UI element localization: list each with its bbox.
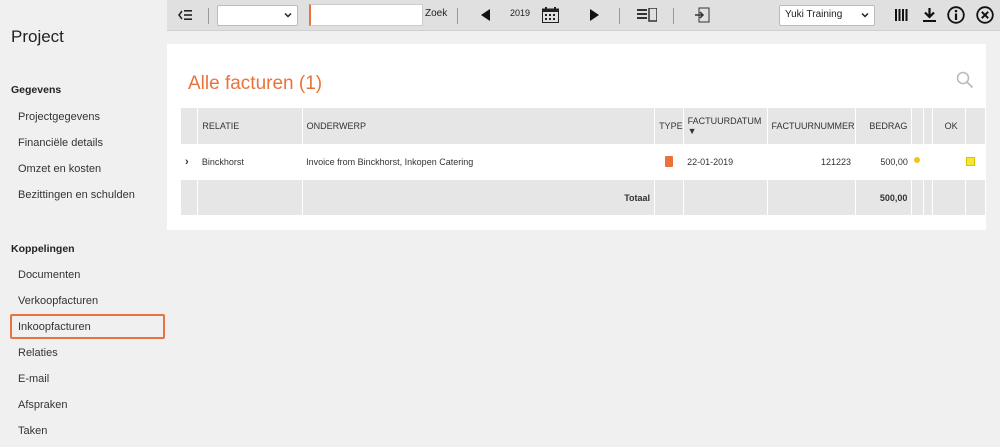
cell-factuurnummer: 121223	[820, 157, 851, 167]
sidebar-item-afspraken[interactable]: Afspraken	[18, 399, 68, 411]
cell-onderwerp: Invoice from Binckhorst, Inkopen Caterin…	[306, 157, 474, 167]
download-icon[interactable]	[921, 7, 937, 23]
section-gegevens: Gegevens	[11, 84, 62, 96]
info-icon[interactable]	[946, 5, 966, 25]
next-year-icon[interactable]	[587, 8, 601, 22]
invoice-table: RELATIE ONDERWERP TYPE FACTUURDATUM ▼ FA…	[181, 108, 986, 215]
filter-select[interactable]	[217, 5, 298, 26]
sidebar-item-verkoopfacturen[interactable]: Verkoopfacturen	[18, 295, 98, 307]
search-icon[interactable]	[956, 71, 974, 89]
column-header-factuurnummer[interactable]: FACTUURNUMMER	[767, 108, 856, 144]
calendar-icon[interactable]	[541, 6, 559, 24]
company-select[interactable]: Yuki Training	[779, 5, 875, 26]
panel-heading: Alle facturen (1)	[188, 73, 323, 94]
sidebar-item-e-mail[interactable]: E-mail	[18, 373, 49, 385]
column-header-relatie[interactable]: RELATIE	[197, 108, 303, 144]
invoice-panel: Alle facturen (1) RELATIE ONDERWERP TYPE…	[167, 44, 986, 230]
table-total-row: Totaal 500,00	[181, 180, 986, 215]
column-header-expand	[181, 108, 199, 144]
export-icon[interactable]	[693, 6, 711, 24]
chevron-down-icon	[861, 12, 869, 18]
table-header-row: RELATIE ONDERWERP TYPE FACTUURDATUM ▼ FA…	[181, 108, 986, 144]
sidebar-item-inkoopfacturen[interactable]: Inkoopfacturen	[10, 314, 165, 339]
sidebar-item-omzet-en-kosten[interactable]: Omzet en kosten	[18, 163, 101, 175]
column-header-spacer	[911, 108, 925, 144]
sidebar-item-documenten[interactable]: Documenten	[18, 269, 80, 281]
column-header-type[interactable]: TYPE	[654, 108, 684, 144]
sidebar-item-projectgegevens[interactable]: Projectgegevens	[18, 111, 100, 123]
split-view-icon[interactable]	[637, 8, 657, 22]
columns-icon[interactable]	[894, 8, 908, 22]
sidebar-item-financiele-details[interactable]: Financiële details	[18, 137, 103, 149]
sidebar-item-bezittingen-en-schulden[interactable]: Bezittingen en schulden	[18, 189, 135, 201]
column-header-ok[interactable]: OK	[932, 108, 967, 144]
payment-status-icon	[913, 157, 920, 163]
document-icon[interactable]	[664, 155, 673, 167]
column-header-factuurdatum[interactable]: FACTUURDATUM ▼	[683, 108, 768, 144]
page-title: Project	[11, 27, 64, 46]
sidebar-item-relaties[interactable]: Relaties	[18, 347, 58, 359]
toolbar: Zoek 2019 Yuki Training	[167, 0, 1000, 31]
cell-factuurdatum: 22-01-2019	[687, 157, 734, 167]
column-header-spacer	[965, 108, 986, 144]
column-header-spacer	[923, 108, 934, 144]
search-input[interactable]	[309, 4, 423, 26]
sidebar: Project Gegevens Projectgegevens Financi…	[0, 0, 167, 447]
cell-relatie: Binckhorst	[201, 157, 244, 167]
sidebar-item-taken[interactable]: Taken	[18, 425, 47, 437]
ok-checkbox[interactable]	[965, 156, 975, 166]
close-icon[interactable]	[975, 5, 995, 25]
column-header-bedrag[interactable]: BEDRAG	[855, 108, 913, 144]
collapse-menu-icon[interactable]	[177, 7, 193, 23]
table-row[interactable]: › Binckhorst Invoice from Binckhorst, In…	[181, 144, 986, 180]
row-expand-icon[interactable]: ›	[181, 144, 198, 180]
cell-bedrag: 500,00	[880, 157, 908, 167]
column-header-onderwerp[interactable]: ONDERWERP	[302, 108, 656, 144]
previous-year-icon[interactable]	[479, 8, 493, 22]
total-label: Totaal	[302, 180, 656, 215]
search-button[interactable]: Zoek	[425, 8, 447, 19]
chevron-down-icon	[284, 12, 292, 18]
section-koppelingen: Koppelingen	[11, 243, 75, 255]
total-value: 500,00	[855, 180, 913, 215]
year-label: 2019	[510, 8, 531, 18]
